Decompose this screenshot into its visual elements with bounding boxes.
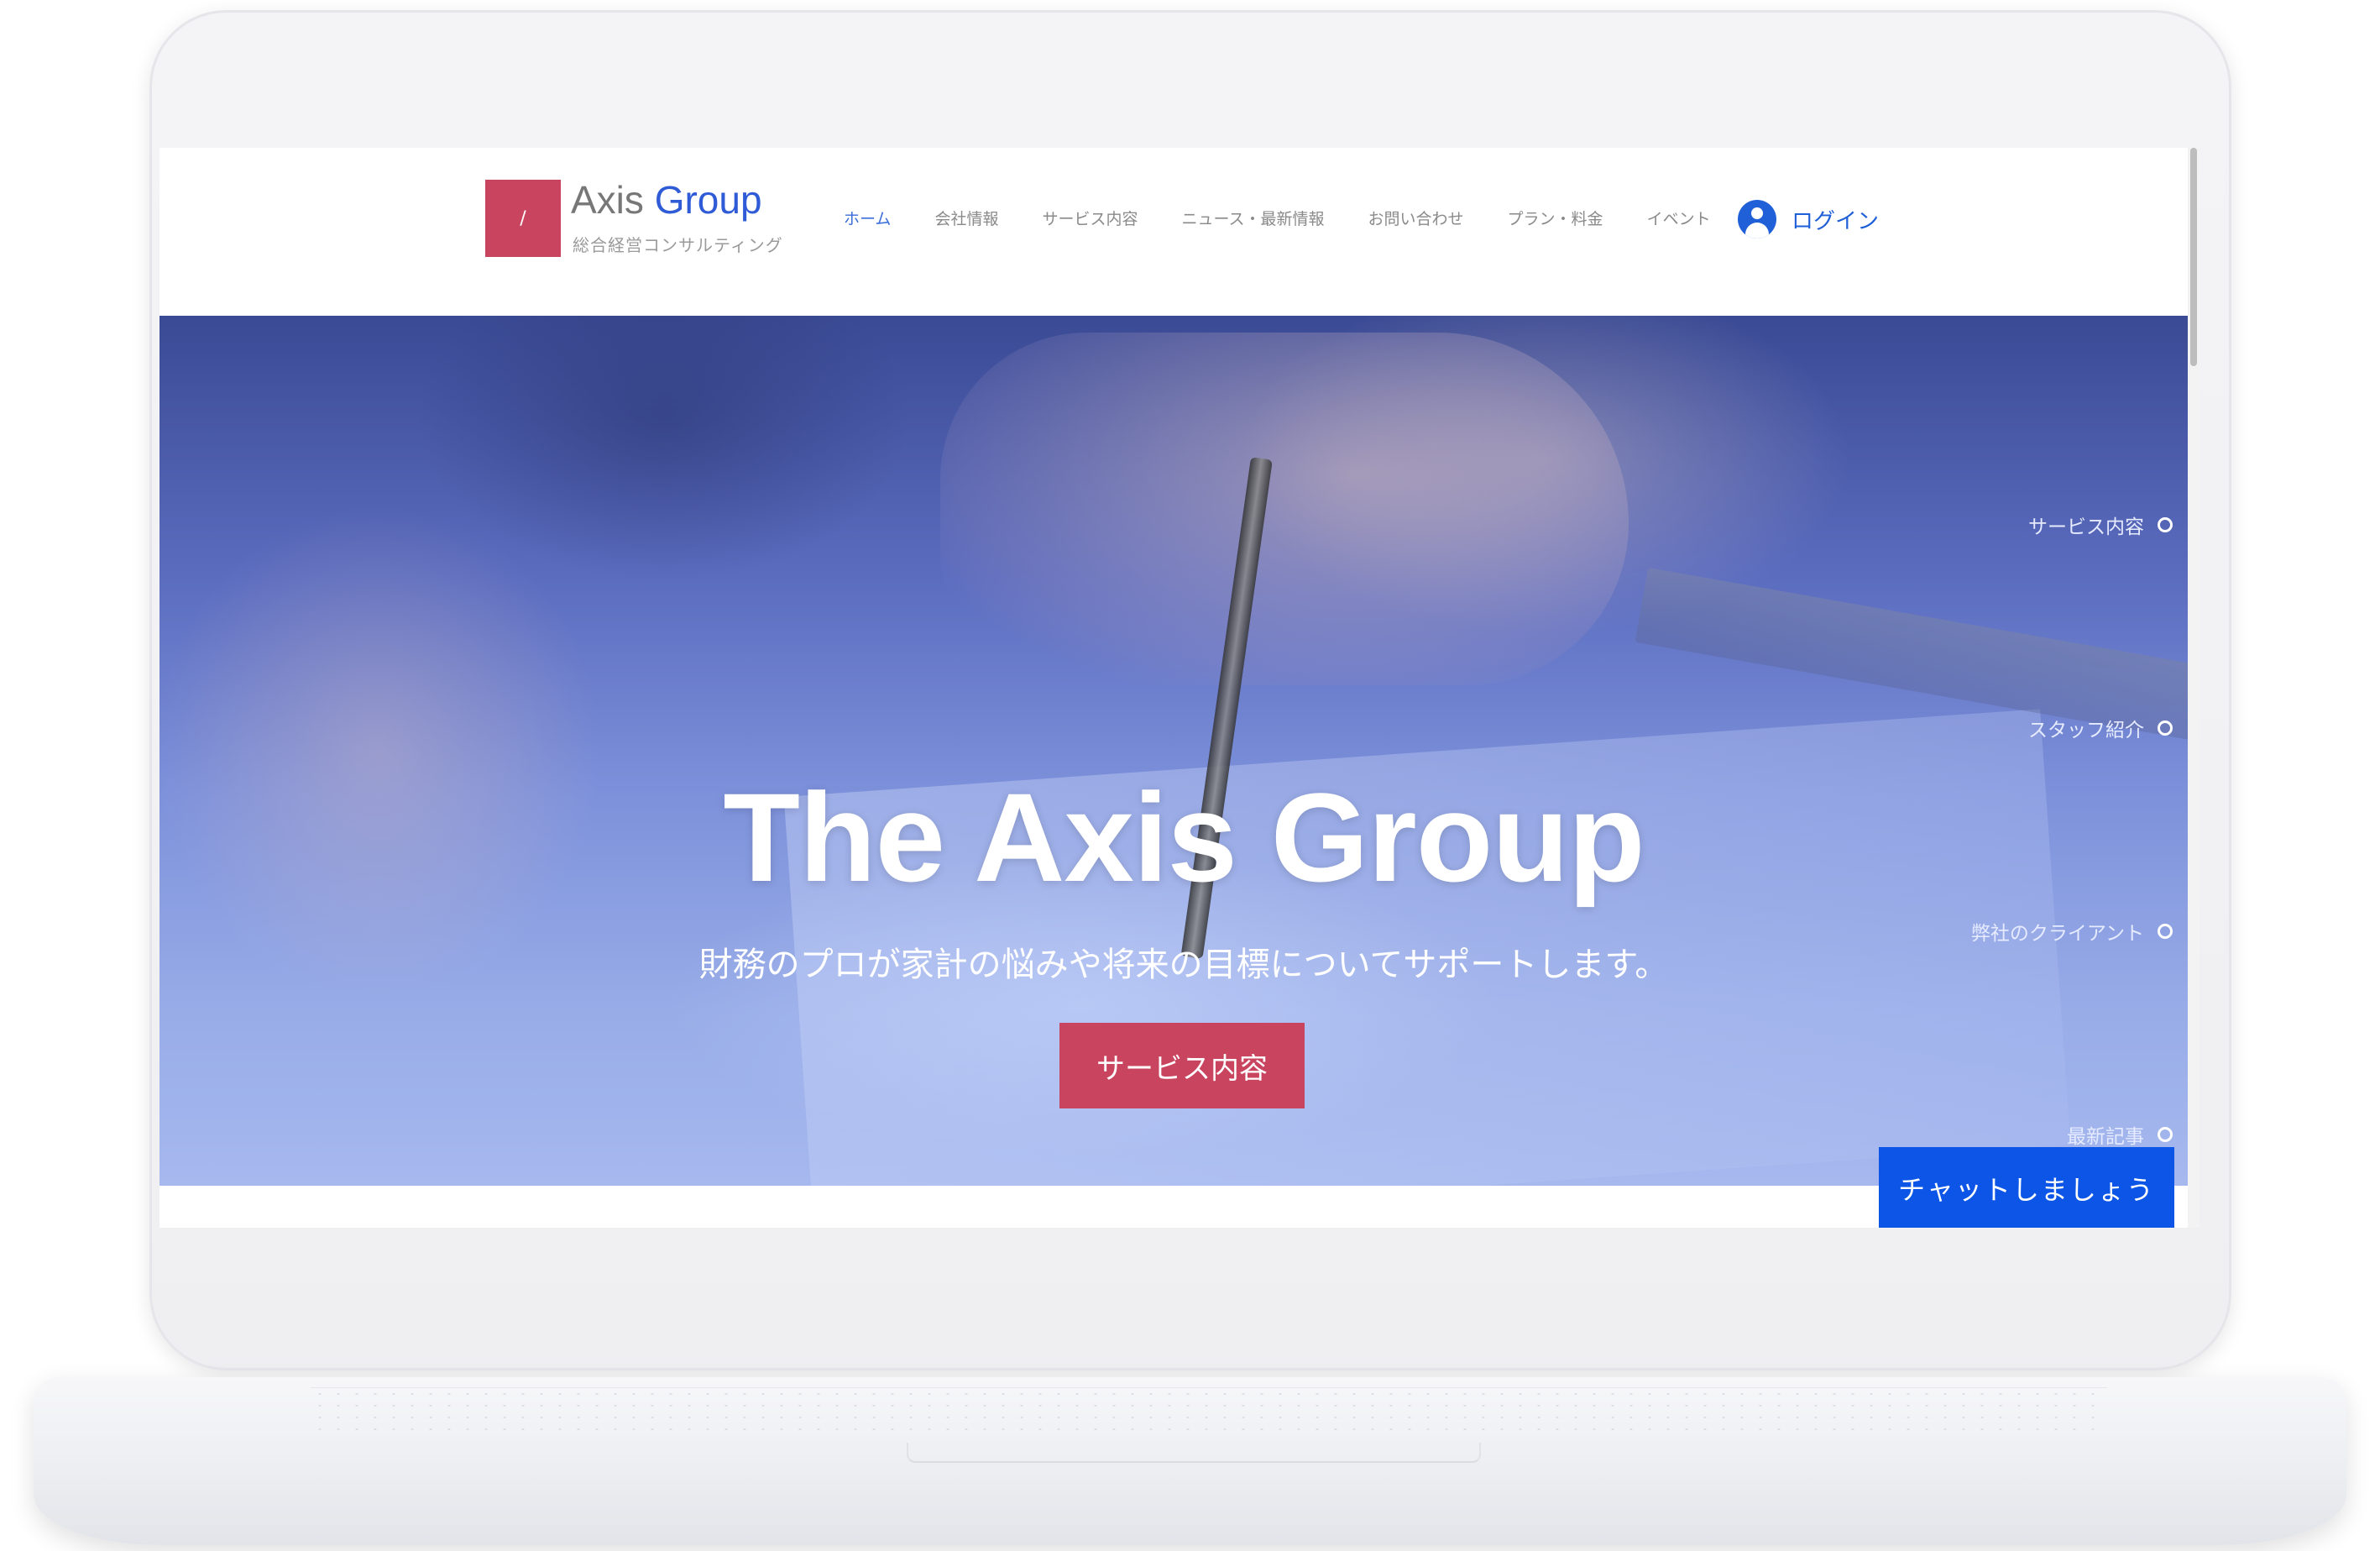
brand-word-1: Axis (571, 178, 644, 222)
site-header: / Axis Group 総合経営コンサルティング ホーム 会社情報 サービス内… (160, 148, 2188, 316)
nav-item-events[interactable]: イベント (1647, 207, 1711, 229)
hero-section: The Axis Group 財務のプロが家計の悩みや将来の目標についてサポート… (160, 316, 2200, 1186)
anchor-label: スタッフ紹介 (2028, 720, 2144, 741)
logo-glyph: / (520, 207, 526, 229)
nav-item-contact[interactable]: お問い合わせ (1368, 207, 1464, 229)
nav-item-news[interactable]: ニュース・最新情報 (1181, 207, 1324, 229)
anchor-item-services[interactable]: サービス内容 (2028, 511, 2173, 539)
user-avatar-icon (1738, 200, 1776, 238)
anchor-item-staff[interactable]: スタッフ紹介 (2028, 714, 2173, 742)
login-button[interactable]: ログイン (1738, 200, 1879, 238)
anchor-item-clients[interactable]: 弊社のクライアント (1971, 917, 2173, 946)
nav-item-company[interactable]: 会社情報 (934, 207, 998, 229)
anchor-dot-icon (2158, 924, 2173, 939)
nav-item-home[interactable]: ホーム (844, 207, 891, 229)
laptop-screen: / Axis Group 総合経営コンサルティング ホーム 会社情報 サービス内… (160, 148, 2200, 1228)
nav-item-plans[interactable]: プラン・料金 (1508, 207, 1603, 229)
logo-mark[interactable]: / (485, 180, 561, 257)
brand-word-2: Group (654, 178, 762, 222)
anchor-dot-icon (2158, 1127, 2173, 1142)
hero-title: The Axis Group (723, 767, 1645, 908)
scrollbar-thumb[interactable] (2190, 148, 2197, 366)
anchor-dot-icon (2158, 720, 2173, 736)
main-nav: ホーム 会社情報 サービス内容 ニュース・最新情報 お問い合わせ プラン・料金 … (844, 207, 1711, 229)
anchor-item-articles[interactable]: 最新記事 (2067, 1120, 2173, 1149)
anchor-dot-icon (2158, 517, 2173, 532)
anchor-label: 最新記事 (2067, 1126, 2144, 1148)
chat-button[interactable]: チャットしましょう (1879, 1147, 2174, 1228)
hero-background-hand (940, 333, 1629, 685)
brand-name[interactable]: Axis Group (571, 176, 762, 223)
nav-item-services[interactable]: サービス内容 (1042, 207, 1138, 229)
hero-subtitle: 財務のプロが家計の悩みや将来の目標についてサポートします。 (698, 946, 1669, 984)
anchor-label: 弊社のクライアント (1970, 923, 2144, 945)
hero-services-button[interactable]: サービス内容 (1059, 1023, 1305, 1108)
anchor-label: サービス内容 (2028, 516, 2144, 538)
laptop-touchpad (907, 1443, 1481, 1463)
scrollbar[interactable] (2188, 148, 2200, 1228)
laptop-keyboard (311, 1387, 2107, 1438)
login-label: ログイン (1792, 208, 1880, 234)
brand-subtitle: 総合経営コンサルティング (573, 235, 783, 255)
